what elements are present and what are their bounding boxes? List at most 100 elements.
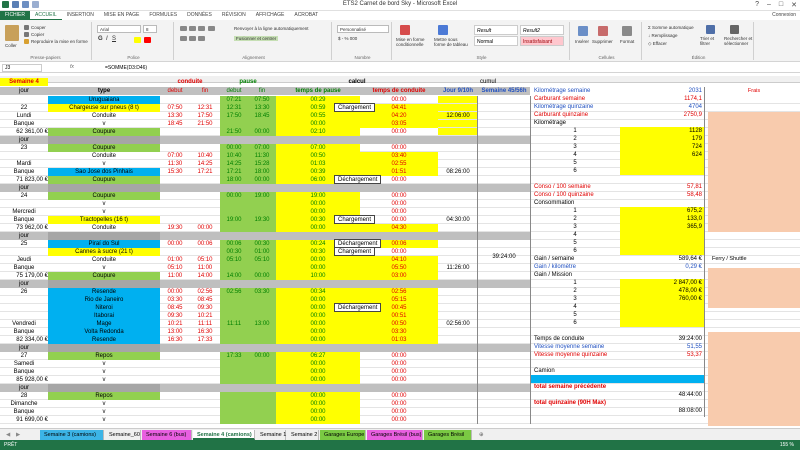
temps-pause-cell[interactable]: 00:00: [276, 376, 360, 384]
fin-cell[interactable]: [190, 192, 220, 200]
jour-cell[interactable]: Banque: [0, 328, 48, 336]
temps-pause-cell[interactable]: 00:00: [276, 336, 360, 344]
debut-pause-cell[interactable]: [220, 344, 248, 352]
fin-pause-cell[interactable]: [248, 224, 276, 232]
temps-conduite-cell[interactable]: 03:40: [360, 152, 438, 160]
debut-pause-cell[interactable]: [220, 376, 248, 384]
stats-value[interactable]: 760,00 €: [630, 295, 702, 303]
stats-value[interactable]: [630, 375, 702, 383]
temps-conduite-cell[interactable]: [360, 280, 438, 288]
stats-value[interactable]: [630, 199, 702, 207]
stats-value[interactable]: 0,29 €: [630, 263, 702, 271]
jour-cell[interactable]: [0, 304, 48, 312]
stats-value[interactable]: [630, 327, 702, 335]
fin-cell[interactable]: 14:00: [190, 272, 220, 280]
fin-cell[interactable]: 10:40: [190, 152, 220, 160]
fin-cell[interactable]: [190, 248, 220, 256]
zoom-level[interactable]: 155 %: [780, 440, 794, 450]
jour-cell[interactable]: jour: [0, 184, 48, 192]
debut-pause-cell[interactable]: [220, 368, 248, 376]
fin-cell[interactable]: 21:50: [190, 120, 220, 128]
temps-conduite-cell[interactable]: 00:00: [360, 416, 438, 424]
debut-cell[interactable]: [160, 360, 190, 368]
type-cell[interactable]: v: [48, 208, 160, 216]
temps-conduite-cell[interactable]: 03:05: [360, 120, 438, 128]
stats-value[interactable]: [630, 271, 702, 279]
jour-cell[interactable]: 28: [0, 392, 48, 400]
fin-pause-cell[interactable]: 13:30: [248, 104, 276, 112]
jour-cell[interactable]: jour: [0, 136, 48, 144]
jour-cell[interactable]: Banque: [0, 216, 48, 224]
debut-cell[interactable]: [160, 392, 190, 400]
sort-filter-button[interactable]: Trier et filtrer: [700, 36, 722, 46]
user-login[interactable]: Connexion: [772, 12, 796, 18]
font-size-select[interactable]: 8: [143, 25, 157, 33]
sheet-tab[interactable]: Semaine_60: [105, 430, 141, 440]
type-cell[interactable]: Coupure: [48, 144, 160, 152]
semaine-total[interactable]: 39:24:00: [478, 252, 530, 262]
debut-pause-cell[interactable]: [220, 360, 248, 368]
jour-cell[interactable]: 73 962,00 €: [0, 224, 48, 232]
temps-conduite-cell[interactable]: 03:30: [360, 328, 438, 336]
stats-value[interactable]: 58,48: [630, 191, 702, 199]
fin-cell[interactable]: [190, 368, 220, 376]
stats-value[interactable]: 51,55: [630, 343, 702, 351]
fin-cell[interactable]: [190, 360, 220, 368]
debut-pause-cell[interactable]: [220, 408, 248, 416]
jour-cell[interactable]: Vendredi: [0, 320, 48, 328]
debut-pause-cell[interactable]: [220, 184, 248, 192]
temps-pause-cell[interactable]: 01:03: [276, 160, 360, 168]
debut-pause-cell[interactable]: 07:21: [220, 96, 248, 104]
fin-cell[interactable]: [190, 344, 220, 352]
type-cell[interactable]: Volta Redonda: [48, 328, 160, 336]
debut-cell[interactable]: 08:45: [160, 304, 190, 312]
orientation-icon[interactable]: [208, 26, 215, 31]
temps-conduite-cell[interactable]: 00:50: [360, 320, 438, 328]
debut-pause-cell[interactable]: [220, 264, 248, 272]
fin-cell[interactable]: [190, 384, 220, 392]
temps-conduite-cell[interactable]: 00:00: [360, 200, 438, 208]
add-sheet-icon[interactable]: ⊕: [475, 430, 488, 440]
stats-value[interactable]: [630, 399, 702, 407]
fin-pause-cell[interactable]: 00:00: [248, 272, 276, 280]
debut-pause-cell[interactable]: [220, 120, 248, 128]
stats-value[interactable]: [630, 383, 702, 391]
align-center-icon[interactable]: [189, 36, 196, 41]
fin-pause-cell[interactable]: [248, 232, 276, 240]
fin-cell[interactable]: [190, 208, 220, 216]
stats-value[interactable]: [630, 119, 702, 127]
debut-cell[interactable]: [160, 416, 190, 424]
fin-pause-cell[interactable]: [248, 392, 276, 400]
fin-cell[interactable]: [190, 408, 220, 416]
debut-cell[interactable]: [160, 376, 190, 384]
temps-conduite-cell[interactable]: 00:00: [360, 368, 438, 376]
jour-total-cell[interactable]: 12:06:00: [438, 112, 478, 120]
debut-pause-cell[interactable]: [220, 416, 248, 424]
jour-cell[interactable]: 82 334,00 €: [0, 336, 48, 344]
align-right-icon[interactable]: [198, 36, 205, 41]
stats-value[interactable]: 2 847,00 €: [630, 279, 702, 287]
debut-pause-cell[interactable]: [220, 208, 248, 216]
fin-cell[interactable]: 02:56: [190, 288, 220, 296]
temps-conduite-cell[interactable]: [360, 184, 438, 192]
jour-cell[interactable]: [0, 248, 48, 256]
jour-cell[interactable]: jour: [0, 344, 48, 352]
jour-cell[interactable]: Samedi: [0, 360, 48, 368]
stats-note[interactable]: [712, 311, 796, 319]
debut-cell[interactable]: 18:45: [160, 120, 190, 128]
debut-pause-cell[interactable]: [220, 312, 248, 320]
stats-value[interactable]: 478,00 €: [630, 287, 702, 295]
type-cell[interactable]: Coupure: [48, 128, 160, 136]
debut-cell[interactable]: [160, 184, 190, 192]
style-result2[interactable]: Result2: [520, 25, 564, 35]
type-cell[interactable]: v: [48, 360, 160, 368]
temps-conduite-cell[interactable]: 02:55: [360, 160, 438, 168]
stats-value[interactable]: 2750,9: [630, 111, 702, 119]
debut-cell[interactable]: 00:00: [160, 288, 190, 296]
jour-cell[interactable]: 26: [0, 288, 48, 296]
temps-pause-cell[interactable]: 00:00: [276, 224, 360, 232]
type-cell[interactable]: Conduite: [48, 112, 160, 120]
fin-cell[interactable]: [190, 136, 220, 144]
fin-pause-cell[interactable]: [248, 264, 276, 272]
temps-conduite-cell[interactable]: 00:00: [360, 360, 438, 368]
